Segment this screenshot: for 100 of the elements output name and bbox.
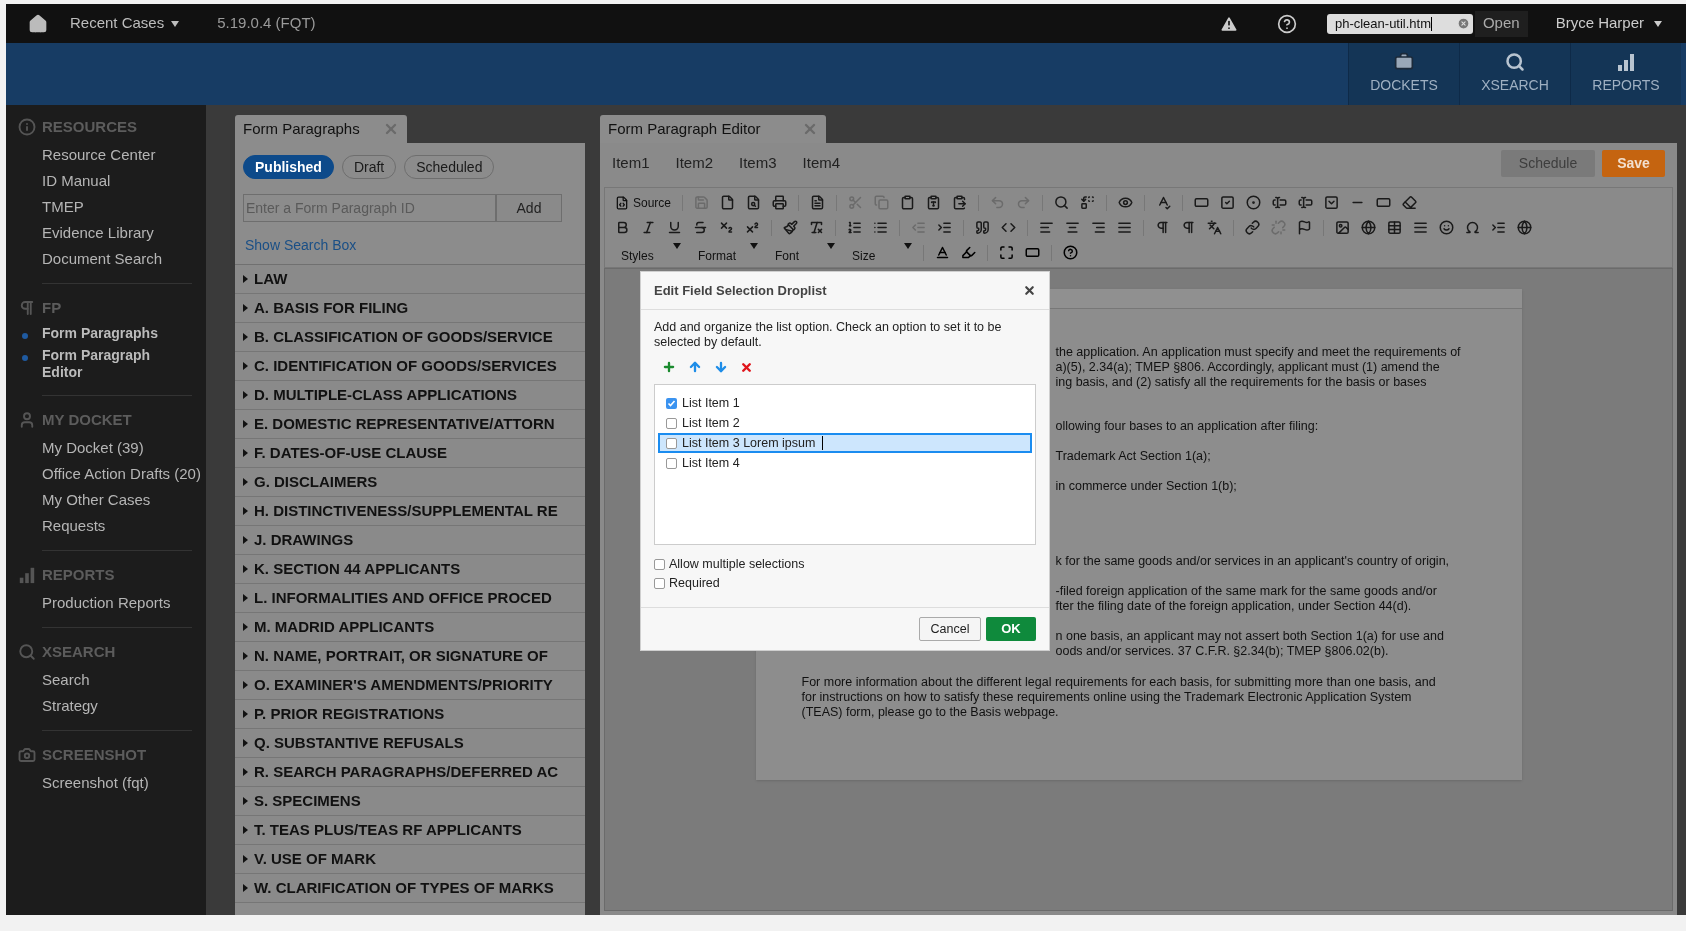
checkbox[interactable] xyxy=(654,558,665,570)
replace-icon[interactable] xyxy=(1080,195,1096,210)
link-icon[interactable] xyxy=(1245,220,1260,235)
sidebar-link[interactable]: My Other Cases xyxy=(42,489,151,510)
checkbox[interactable] xyxy=(666,397,677,409)
expand-arrow-icon[interactable] xyxy=(243,333,248,341)
filter-pill[interactable]: Draft xyxy=(341,155,397,179)
menu-item[interactable]: Item3 xyxy=(739,151,777,175)
checkbox-icon[interactable] xyxy=(1220,195,1236,210)
smiley-icon[interactable] xyxy=(1439,220,1454,235)
preview-icon[interactable] xyxy=(1118,195,1134,210)
expand-arrow-icon[interactable] xyxy=(243,884,248,892)
underline-icon[interactable] xyxy=(667,220,682,235)
expand-arrow-icon[interactable] xyxy=(243,536,248,544)
expand-arrow-icon[interactable] xyxy=(243,826,248,834)
sidebar-link[interactable]: My Docket (39) xyxy=(42,437,144,458)
flag-icon[interactable] xyxy=(1297,220,1312,235)
div-icon[interactable] xyxy=(1001,220,1016,235)
preview-icon[interactable] xyxy=(746,195,762,210)
language-icon[interactable] xyxy=(1207,220,1222,235)
bold-icon[interactable] xyxy=(615,220,630,235)
print-icon[interactable] xyxy=(772,195,788,210)
sidebar-link[interactable]: Strategy xyxy=(42,695,98,716)
checkbox[interactable] xyxy=(666,457,677,469)
expand-arrow-icon[interactable] xyxy=(243,739,248,747)
sidebar-link[interactable]: Resource Center xyxy=(42,144,156,165)
expand-arrow-icon[interactable] xyxy=(243,797,248,805)
expand-arrow-icon[interactable] xyxy=(243,507,248,515)
sidebar-link[interactable]: Production Reports xyxy=(42,592,171,613)
add-icon[interactable] xyxy=(662,360,676,374)
expand-arrow-icon[interactable] xyxy=(243,652,248,660)
help-icon[interactable] xyxy=(1063,245,1078,260)
sidebar-link[interactable]: TMEP xyxy=(42,196,84,217)
option-row[interactable]: List Item 4 xyxy=(658,453,1032,473)
sidebar-link[interactable]: Document Search xyxy=(42,248,163,269)
spellcheck-icon[interactable] xyxy=(1156,195,1172,210)
expand-arrow-icon[interactable] xyxy=(243,594,248,602)
sidebar-link[interactable]: Office Action Drafts (20) xyxy=(42,463,201,484)
paste-text-icon[interactable] xyxy=(926,195,942,210)
table-icon[interactable] xyxy=(1387,220,1402,235)
search-icon[interactable] xyxy=(1054,195,1070,210)
sidebar-link[interactable]: Screenshot (fqt) xyxy=(42,772,149,793)
expand-arrow-icon[interactable] xyxy=(243,449,248,457)
dropdown[interactable]: Font xyxy=(769,242,835,263)
clipboard-icon[interactable] xyxy=(900,195,916,210)
indent-icon[interactable] xyxy=(937,220,952,235)
filter-pill[interactable]: Scheduled xyxy=(404,155,495,179)
delete-icon[interactable] xyxy=(740,360,753,374)
select-icon[interactable] xyxy=(1324,195,1340,210)
clear-icon[interactable] xyxy=(1456,17,1470,30)
bullet-list-icon[interactable] xyxy=(873,220,888,235)
recent-cases-menu[interactable]: Recent Cases xyxy=(70,12,180,35)
omega-icon[interactable] xyxy=(1465,220,1480,235)
expand-arrow-icon[interactable] xyxy=(243,478,248,486)
subscript-icon[interactable] xyxy=(719,220,734,235)
save-button[interactable]: Save xyxy=(1602,149,1665,177)
menu-item[interactable]: Item1 xyxy=(612,151,650,175)
expand-arrow-icon[interactable] xyxy=(243,710,248,718)
ok-button[interactable]: OK xyxy=(986,617,1036,641)
panel-tab[interactable]: Form Paragraph Editor xyxy=(600,115,826,143)
option-row[interactable]: List Item 3 Lorem ipsum xyxy=(658,433,1032,453)
image-icon[interactable] xyxy=(1335,220,1350,235)
sidebar-link[interactable]: Form Paragraphs xyxy=(42,325,162,342)
align-center-icon[interactable] xyxy=(1065,220,1080,235)
cancel-button[interactable]: Cancel xyxy=(919,617,981,641)
move-down-icon[interactable] xyxy=(714,360,728,374)
sidebar-link[interactable]: Evidence Library xyxy=(42,222,154,243)
nav-tile[interactable]: DOCKETS xyxy=(1348,43,1459,105)
globe-icon[interactable] xyxy=(1517,220,1532,235)
dropdown[interactable]: Format xyxy=(692,242,758,263)
quote-icon[interactable] xyxy=(975,220,990,235)
expand-arrow-icon[interactable] xyxy=(243,768,248,776)
dropdown[interactable]: Styles xyxy=(615,242,681,263)
expand-arrow-icon[interactable] xyxy=(243,362,248,370)
paintbrush-icon[interactable] xyxy=(783,220,798,235)
nav-tile[interactable]: REPORTS xyxy=(1570,43,1681,105)
expand-arrow-icon[interactable] xyxy=(243,681,248,689)
move-up-icon[interactable] xyxy=(688,360,702,374)
radio-icon[interactable] xyxy=(1246,195,1262,210)
expand-arrow-icon[interactable] xyxy=(243,855,248,863)
sidebar-link[interactable]: Form Paragraph Editor xyxy=(42,347,162,381)
strikethrough-icon[interactable] xyxy=(693,220,708,235)
expand-arrow-icon[interactable] xyxy=(243,275,248,283)
user-menu[interactable]: Bryce Harper xyxy=(1555,12,1662,35)
sidebar-link[interactable]: ID Manual xyxy=(42,170,111,191)
maximize-icon[interactable] xyxy=(999,245,1014,260)
nav-tile[interactable]: XSEARCH xyxy=(1459,43,1570,105)
remove-format-icon[interactable] xyxy=(809,220,824,235)
sidebar-link[interactable]: Search xyxy=(42,669,90,690)
expand-arrow-icon[interactable] xyxy=(243,420,248,428)
sidebar-link[interactable]: Requests xyxy=(42,515,106,536)
panel-tab[interactable]: Form Paragraphs xyxy=(235,115,407,143)
superscript-icon[interactable] xyxy=(745,220,760,235)
text-color-icon[interactable] xyxy=(935,245,950,260)
filter-pill[interactable]: Published xyxy=(243,155,334,179)
text-field-icon[interactable] xyxy=(1272,195,1288,210)
menu-item[interactable]: Item4 xyxy=(802,151,841,175)
source-button[interactable]: Source xyxy=(615,193,672,212)
file-field[interactable]: ph-clean-util.htm xyxy=(1326,13,1473,34)
checkbox[interactable] xyxy=(666,417,677,429)
